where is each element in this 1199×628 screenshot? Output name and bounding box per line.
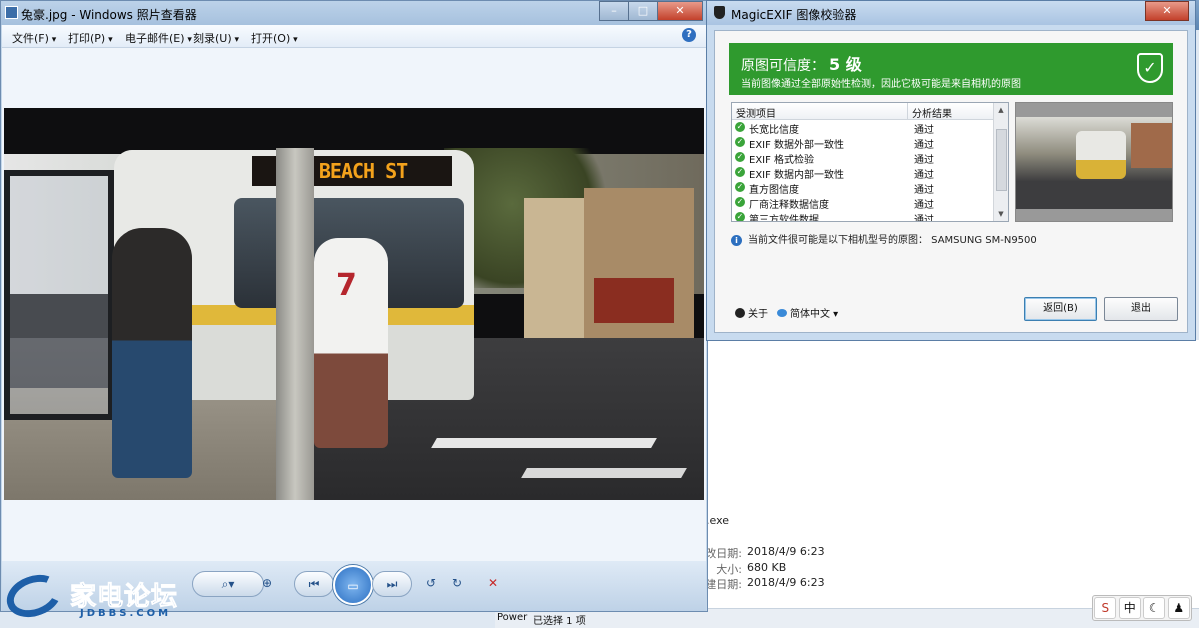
test-result: 通过	[914, 215, 934, 222]
test-result: 通过	[914, 185, 934, 196]
camera-info: i 当前文件很可能是以下相机型号的原图： SAMSUNG SM-N9500	[731, 231, 1037, 246]
swirl-logo-icon	[0, 567, 68, 625]
table-row[interactable]: ✓ EXIF 数据内部一致性 通过	[732, 165, 1008, 181]
slideshow-button[interactable]: ▭	[333, 565, 373, 605]
test-name: 直方图信度	[749, 185, 799, 196]
detail-value: 680 KB	[747, 561, 787, 574]
ime-chinese-mode[interactable]: 中	[1118, 597, 1141, 619]
ime-moon-icon[interactable]: ☾	[1143, 597, 1166, 619]
file-name-suffix: .exe	[706, 514, 730, 527]
pass-check-icon: ✓	[735, 197, 745, 207]
credibility-description: 当前图像通过全部原始性检测，因此它极可能是来自相机的原图	[741, 79, 1021, 90]
ime-shirt-icon[interactable]: ♟	[1167, 597, 1190, 619]
table-header: 受测项目 分析结果	[732, 103, 1008, 120]
test-result: 通过	[914, 125, 934, 136]
back-button[interactable]: 返回(B)	[1024, 297, 1097, 321]
scroll-down-icon[interactable]: ▼	[994, 207, 1008, 221]
menu-email[interactable]: 电子邮件(E)	[125, 30, 192, 46]
displayed-photo: A BEACH ST	[4, 108, 704, 500]
test-name: EXIF 数据外部一致性	[749, 140, 845, 151]
app-icon	[5, 6, 18, 19]
image-preview-thumbnail	[1015, 102, 1173, 222]
test-name: 厂商注释数据信度	[749, 200, 829, 211]
test-name: 第三方软件数据	[749, 215, 819, 222]
next-button[interactable]: ⏭	[372, 571, 412, 597]
table-row[interactable]: ✓ EXIF 数据外部一致性 通过	[732, 135, 1008, 151]
ime-logo-icon[interactable]: S	[1094, 597, 1117, 619]
close-button[interactable]: ✕	[657, 1, 703, 21]
menu-open[interactable]: 打开(O)	[251, 30, 298, 46]
pass-check-icon: ✓	[735, 137, 745, 147]
menu-burn[interactable]: 刻录(U)	[193, 30, 239, 46]
ime-toolbar[interactable]: S 中 ☾ ♟	[1092, 595, 1192, 621]
column-header-item[interactable]: 受测项目	[736, 105, 776, 120]
test-result: 通过	[914, 140, 934, 151]
viewer-title-bar[interactable]: 兔豪.jpg - Windows 照片查看器 – □ ✕	[1, 1, 707, 25]
credibility-level: 5 级	[829, 55, 862, 74]
test-result: 通过	[914, 200, 934, 211]
actual-size-button[interactable]: ⊕	[252, 571, 282, 597]
help-icon[interactable]: ?	[682, 28, 696, 42]
scroll-up-icon[interactable]: ▲	[994, 103, 1008, 117]
menu-file[interactable]: 文件(F)	[12, 30, 56, 46]
rotate-right-button[interactable]: ↻	[444, 571, 470, 597]
previous-button[interactable]: ⏮	[294, 571, 334, 597]
table-row[interactable]: ✓ EXIF 格式检验 通过	[732, 150, 1008, 166]
detail-value: 2018/4/9 6:23	[747, 576, 825, 589]
language-selector[interactable]: 简体中文 ▾	[777, 305, 838, 320]
pass-check-icon: ✓	[735, 167, 745, 177]
selection-status: 已选择 1 项	[533, 616, 586, 627]
minimize-button[interactable]: –	[599, 1, 629, 21]
maximize-button[interactable]: □	[628, 1, 658, 21]
table-scrollbar[interactable]: ▲ ▼	[993, 103, 1008, 221]
pass-check-icon: ✓	[735, 152, 745, 162]
table-row[interactable]: ✓ 直方图信度 通过	[732, 180, 1008, 196]
status-left-text: Power	[497, 612, 528, 623]
test-name: EXIF 格式检验	[749, 155, 815, 166]
test-result: 通过	[914, 170, 934, 181]
scroll-thumb[interactable]	[996, 129, 1007, 191]
watermark-url: JDBBS.COM	[80, 608, 172, 619]
table-row[interactable]: ✓ 第三方软件数据 通过	[732, 210, 1008, 222]
language-label: 简体中文	[790, 309, 830, 320]
table-row[interactable]: ✓ 长宽比信度 通过	[732, 120, 1008, 136]
camera-info-text: 当前文件很可能是以下相机型号的原图： SAMSUNG SM-N9500	[748, 235, 1037, 246]
about-link[interactable]: 关于	[735, 305, 768, 320]
test-name: 长宽比信度	[749, 125, 799, 136]
pass-check-icon: ✓	[735, 212, 745, 221]
forum-watermark-logo: 家电论坛 JDBBS.COM	[0, 567, 186, 625]
shield-icon	[714, 6, 725, 19]
delete-button[interactable]: ✕	[480, 571, 506, 597]
exit-button[interactable]: 退出	[1104, 297, 1178, 321]
table-row[interactable]: ✓ 厂商注释数据信度 通过	[732, 195, 1008, 211]
shield-check-icon: ✓	[1137, 53, 1163, 83]
viewer-menu-bar: 文件(F) 打印(P) 电子邮件(E) 刻录(U) 打开(O) ?	[2, 25, 706, 48]
magicexif-close-button[interactable]: ✕	[1145, 1, 1189, 21]
magicexif-title: MagicEXIF 图像校验器	[731, 8, 857, 22]
image-canvas: A BEACH ST	[2, 48, 706, 561]
column-header-result[interactable]: 分析结果	[912, 105, 952, 120]
credibility-label: 原图可信度：	[741, 58, 825, 74]
test-result: 通过	[914, 155, 934, 166]
info-icon: i	[731, 235, 742, 246]
pass-check-icon: ✓	[735, 122, 745, 132]
test-name: EXIF 数据内部一致性	[749, 170, 845, 181]
viewer-title: 兔豪.jpg - Windows 照片查看器	[21, 8, 197, 22]
magicexif-window: MagicEXIF 图像校验器 ✕ 原图可信度： 5 级 当前图像通过全部原始性检…	[706, 0, 1196, 341]
explorer-details-pane: .exe 改日期: 2018/4/9 6:23 大小: 680 KB 建日期: …	[490, 340, 1199, 627]
about-label: 关于	[748, 309, 768, 320]
photo-viewer-window: 兔豪.jpg - Windows 照片查看器 – □ ✕ 文件(F) 打印(P)…	[0, 0, 708, 612]
credibility-banner: 原图可信度： 5 级 当前图像通过全部原始性检测，因此它极可能是来自相机的原图 ✓	[729, 43, 1173, 95]
magicexif-title-bar[interactable]: MagicEXIF 图像校验器 ✕	[707, 1, 1195, 25]
globe-icon	[777, 309, 787, 317]
detail-value: 2018/4/9 6:23	[747, 545, 825, 558]
magicexif-body: 原图可信度： 5 级 当前图像通过全部原始性检测，因此它极可能是来自相机的原图 ✓…	[714, 30, 1188, 333]
menu-print[interactable]: 打印(P)	[68, 30, 113, 46]
pass-check-icon: ✓	[735, 182, 745, 192]
rotate-left-button[interactable]: ↺	[418, 571, 444, 597]
test-results-table[interactable]: 受测项目 分析结果 ✓ 长宽比信度 通过 ✓ EXIF 数据外部一致性 通过 ✓…	[731, 102, 1009, 222]
about-icon	[735, 308, 745, 318]
